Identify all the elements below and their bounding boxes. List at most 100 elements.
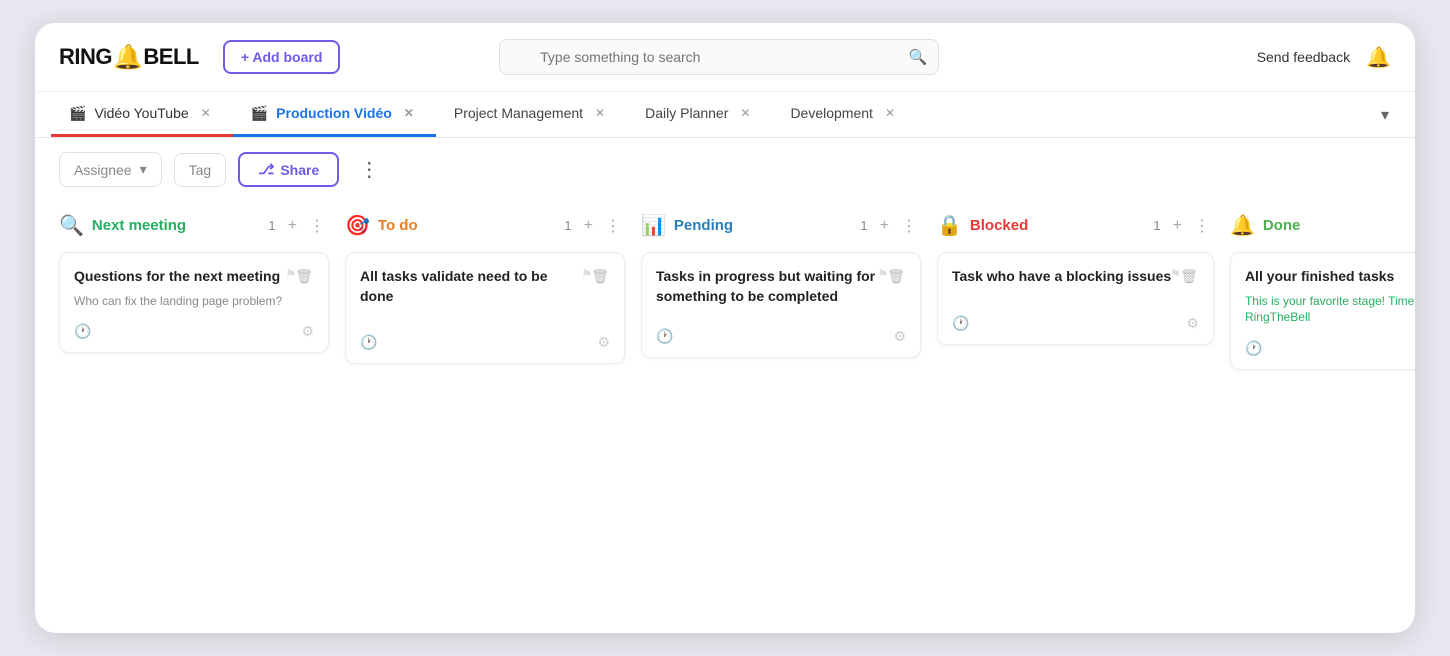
card-tasks-in-progress: Tasks in progress but waiting for someth…: [641, 252, 921, 358]
card-settings-icon-4[interactable]: ⚙: [1186, 315, 1199, 332]
toolbar: Assignee ▾ Tag ⎇ Share ⋮: [35, 138, 1415, 201]
column-menu-blocked[interactable]: ⋮: [1190, 214, 1214, 238]
card-header-3: Tasks in progress but waiting for someth…: [656, 267, 906, 306]
header-right: Send feedback 🔔: [1257, 45, 1391, 70]
tab-close-pm[interactable]: ✕: [591, 104, 609, 122]
column-header-next-meeting: 🔍 Next meeting 1 + ⋮: [59, 209, 329, 242]
card-subtitle-5: This is your favorite stage! Time to Rin…: [1245, 293, 1415, 327]
card-clock-icon-3: 🕐: [656, 328, 673, 345]
card-title-3: Tasks in progress but waiting for someth…: [656, 267, 878, 306]
card-delete-3[interactable]: 🗑: [886, 267, 906, 286]
column-count-next-meeting: 1: [268, 218, 275, 233]
tab-label-planner: Daily Planner: [645, 105, 728, 121]
tab-close-youtube[interactable]: ✕: [197, 104, 215, 122]
tab-more-button[interactable]: ▾: [1371, 92, 1399, 137]
card-all-finished: All your finished tasks 🗑 ⚑ This is your…: [1230, 252, 1415, 370]
assignee-label: Assignee: [74, 162, 132, 178]
tag-dropdown[interactable]: Tag: [174, 153, 227, 187]
card-title-2: All tasks validate need to be done: [360, 267, 582, 306]
tabs-bar: 🎬 Vidéo YouTube ✕ 🎬 Production Vidéo ✕ P…: [35, 92, 1415, 138]
card-footer-1: 🕐 ⚙: [74, 323, 314, 340]
tag-label: Tag: [189, 162, 212, 178]
search-input[interactable]: [499, 39, 939, 75]
card-settings-icon-2[interactable]: ⚙: [597, 334, 610, 351]
search-icon: 🔍: [908, 48, 927, 66]
card-title-5: All your finished tasks: [1245, 267, 1394, 287]
share-icon: ⎇: [258, 161, 274, 178]
column-blocked: 🔒 Blocked 1 + ⋮ Task who have a blocking…: [937, 209, 1214, 609]
card-delete-1[interactable]: 🗑: [294, 267, 314, 286]
add-board-button[interactable]: + Add board: [223, 40, 341, 74]
card-title-1: Questions for the next meeting: [74, 267, 280, 287]
column-done: 🔔 Done 1 + ⋮ All your finished tasks 🗑 ⚑…: [1230, 209, 1415, 609]
column-count-todo: 1: [564, 218, 571, 233]
card-clock-icon-5: 🕐: [1245, 340, 1262, 357]
column-menu-todo[interactable]: ⋮: [601, 214, 625, 238]
card-flag-1: ⚑: [285, 267, 296, 281]
logo-text-ring: RING: [59, 44, 112, 70]
card-header-1: Questions for the next meeting 🗑: [74, 267, 314, 287]
kanban-board: 🔍 Next meeting 1 + ⋮ Questions for the n…: [35, 201, 1415, 633]
column-header-blocked: 🔒 Blocked 1 + ⋮: [937, 209, 1214, 242]
card-flag-3: ⚑: [877, 267, 888, 281]
share-label: Share: [280, 162, 319, 178]
tab-icon-youtube: 🎬: [69, 105, 86, 122]
tab-production-video[interactable]: 🎬 Production Vidéo ✕: [233, 92, 436, 137]
column-count-blocked: 1: [1153, 218, 1160, 233]
column-header-done: 🔔 Done 1 + ⋮: [1230, 209, 1415, 242]
assignee-dropdown[interactable]: Assignee ▾: [59, 152, 162, 187]
column-count-pending: 1: [860, 218, 867, 233]
search-bar: 🔍: [499, 39, 939, 75]
tab-close-planner[interactable]: ✕: [736, 104, 754, 122]
column-pending: 📊 Pending 1 + ⋮ Tasks in progress but wa…: [641, 209, 921, 609]
tab-label-production: Production Vidéo: [276, 105, 392, 121]
tab-close-production[interactable]: ✕: [400, 104, 418, 122]
card-clock-icon-2: 🕐: [360, 334, 377, 351]
logo: RING 🔔 BELL: [59, 43, 199, 72]
card-footer-4: 🕐 ⚙: [952, 315, 1199, 332]
column-add-next-meeting[interactable]: +: [284, 215, 301, 237]
tab-daily-planner[interactable]: Daily Planner ✕: [627, 92, 772, 137]
card-flag-4: ⚑: [1170, 267, 1181, 281]
column-icon-next-meeting: 🔍: [59, 213, 84, 238]
card-delete-2[interactable]: 🗑: [590, 267, 610, 286]
card-settings-icon-1[interactable]: ⚙: [301, 323, 314, 340]
tab-video-youtube[interactable]: 🎬 Vidéo YouTube ✕: [51, 92, 233, 137]
logo-bell-icon: 🔔: [113, 43, 142, 72]
column-header-pending: 📊 Pending 1 + ⋮: [641, 209, 921, 242]
card-delete-4[interactable]: 🗑: [1179, 267, 1199, 286]
share-button[interactable]: ⎇ Share: [238, 152, 339, 187]
tab-label-youtube: Vidéo YouTube: [94, 105, 188, 121]
tab-close-dev[interactable]: ✕: [881, 104, 899, 122]
card-footer-2: 🕐 ⚙: [360, 334, 610, 351]
column-menu-next-meeting[interactable]: ⋮: [305, 214, 329, 238]
card-settings-icon-3[interactable]: ⚙: [893, 328, 906, 345]
card-all-tasks-validate: All tasks validate need to be done 🗑 ⚑ 🕐…: [345, 252, 625, 364]
app-window: RING 🔔 BELL + Add board 🔍 Send feedback …: [35, 23, 1415, 633]
column-add-pending[interactable]: +: [876, 215, 893, 237]
tab-project-management[interactable]: Project Management ✕: [436, 92, 627, 137]
tab-development[interactable]: Development ✕: [772, 92, 917, 137]
card-header-4: Task who have a blocking issues 🗑: [952, 267, 1199, 287]
column-icon-done: 🔔: [1230, 213, 1255, 238]
card-header-5: All your finished tasks 🗑: [1245, 267, 1415, 287]
column-todo: 🎯 To do 1 + ⋮ All tasks validate need to…: [345, 209, 625, 609]
column-title-blocked: Blocked: [970, 217, 1143, 234]
column-actions-next-meeting: + ⋮: [284, 214, 329, 238]
column-title-todo: To do: [378, 217, 555, 234]
card-questions-next-meeting: Questions for the next meeting 🗑 ⚑ Who c…: [59, 252, 329, 353]
send-feedback-button[interactable]: Send feedback: [1257, 49, 1350, 65]
column-add-todo[interactable]: +: [580, 215, 597, 237]
column-menu-pending[interactable]: ⋮: [897, 214, 921, 238]
card-title-4: Task who have a blocking issues: [952, 267, 1171, 287]
notification-bell-icon[interactable]: 🔔: [1366, 45, 1391, 70]
card-subtitle-1: Who can fix the landing page problem?: [74, 293, 314, 310]
column-actions-todo: + ⋮: [580, 214, 625, 238]
tab-label-dev: Development: [790, 105, 873, 121]
column-add-blocked[interactable]: +: [1169, 215, 1186, 237]
card-footer-3: 🕐 ⚙: [656, 328, 906, 345]
column-title-next-meeting: Next meeting: [92, 217, 259, 234]
more-options-button[interactable]: ⋮: [351, 153, 387, 186]
card-blocking-issues: Task who have a blocking issues 🗑 ⚑ 🕐 ⚙: [937, 252, 1214, 345]
card-footer-5: 🕐 ⚙: [1245, 340, 1415, 357]
